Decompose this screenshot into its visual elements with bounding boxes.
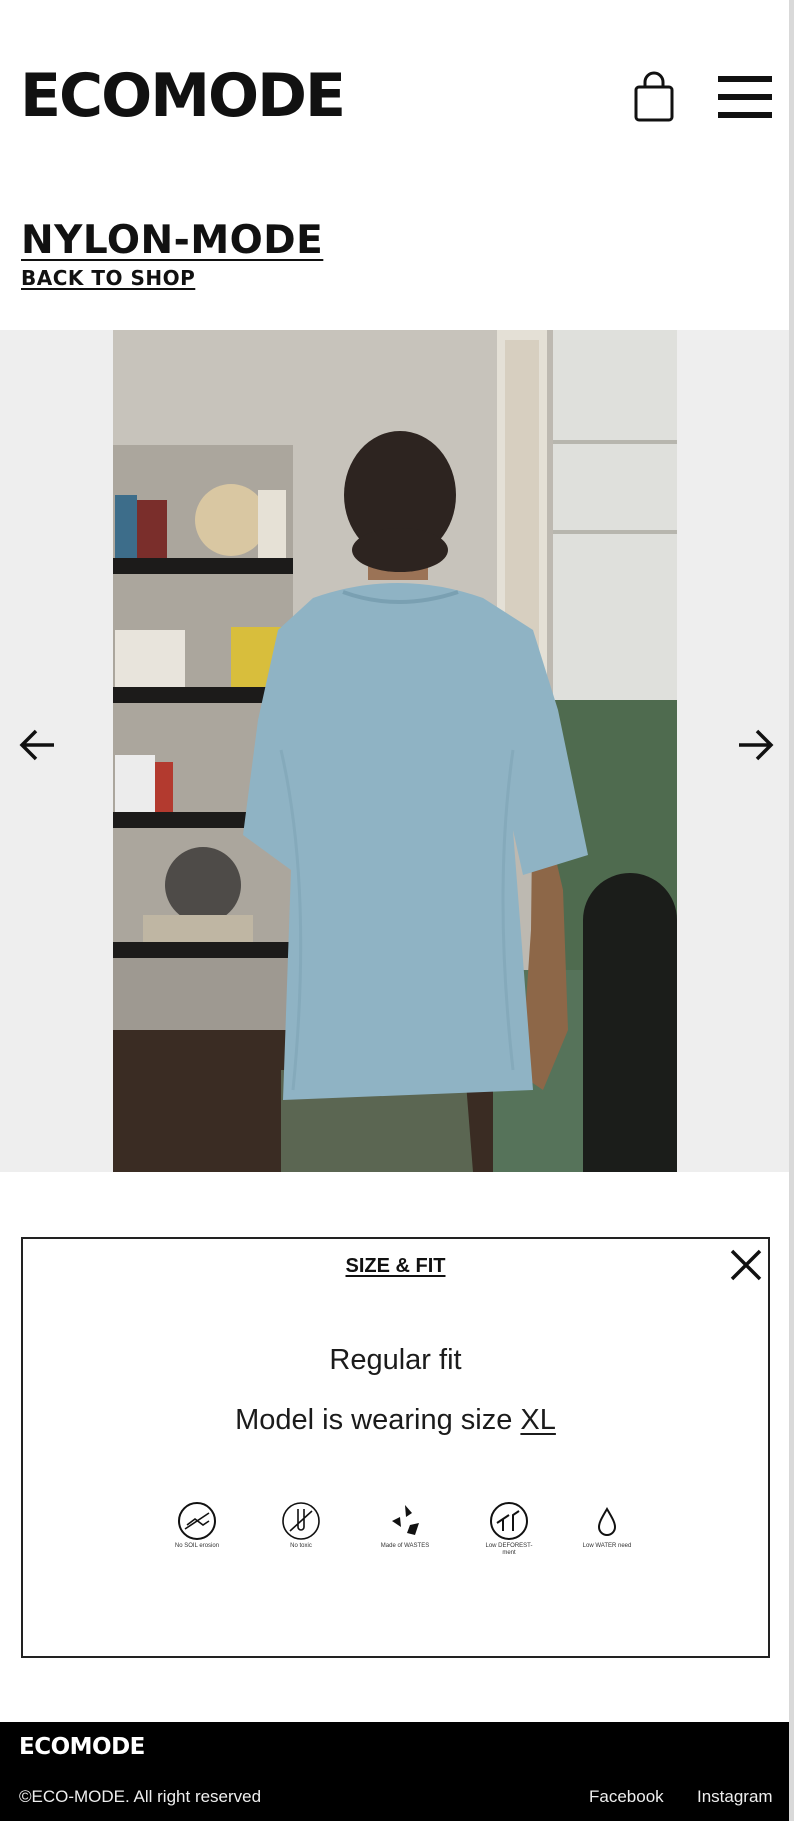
back-to-shop-link[interactable]: BACK TO SHOP [21, 266, 195, 290]
low-deforestation-icon [490, 1502, 528, 1540]
footer-logo[interactable]: ECOMODE [19, 1734, 145, 1760]
no-toxic-icon [282, 1502, 320, 1540]
close-button[interactable] [726, 1245, 766, 1285]
brand-logo[interactable]: ECOMODE [20, 64, 344, 124]
eco-icon-item: Made of WASTES [375, 1501, 435, 1550]
ecomode-logo-mark: ECOMODE [20, 68, 344, 120]
eco-icon-caption: No SOIL erosion [174, 1543, 220, 1549]
eco-icon-item: No toxic [271, 1501, 331, 1550]
fit-label: Regular fit [329, 1344, 462, 1376]
facebook-link[interactable]: Facebook [589, 1787, 664, 1807]
eco-icon-caption: Low DEFOREST-ment [485, 1543, 533, 1556]
eco-icon-item: No SOIL erosion [167, 1501, 227, 1550]
hamburger-line [718, 112, 772, 118]
model-size-prefix: Model is wearing size [235, 1404, 521, 1436]
menu-button[interactable] [718, 74, 772, 120]
hamburger-menu-icon [718, 76, 772, 82]
close-icon [730, 1249, 762, 1281]
eco-icon-caption: Made of WASTES [380, 1543, 430, 1549]
instagram-link[interactable]: Instagram [697, 1787, 773, 1807]
size-fit-panel: SIZE & FIT Regular fit Model is wearing … [21, 1237, 770, 1658]
model-size-text: Model is wearing size XL [23, 1404, 768, 1437]
gallery-prev-button[interactable] [18, 725, 58, 765]
gallery-next-button[interactable] [735, 725, 775, 765]
page-edge [789, 0, 794, 1821]
arrow-right-icon [739, 729, 774, 761]
cart-button[interactable] [632, 70, 676, 122]
eco-icon-item: Low DEFOREST-ment [479, 1501, 539, 1557]
size-fit-title: SIZE & FIT [345, 1255, 446, 1277]
model-size-link[interactable]: XL [520, 1404, 555, 1436]
made-of-waste-icon [392, 1505, 419, 1535]
product-image [113, 330, 677, 1172]
product-title: NYLON-MODE [21, 218, 324, 263]
site-footer: ECOMODE ©ECO-MODE. All right reserved Fa… [0, 1722, 789, 1821]
hamburger-line [718, 94, 772, 100]
eco-icon-caption: Low WATER need [582, 1543, 632, 1549]
eco-icons-row: No SOIL erosion No toxic Made of WASTES … [167, 1501, 637, 1571]
no-soil-erosion-icon [178, 1502, 216, 1540]
arrow-left-icon [19, 729, 54, 761]
site-header: ECOMODE [0, 0, 789, 190]
shopping-bag-icon [634, 71, 674, 122]
product-gallery [0, 330, 789, 1172]
logo-text: ECOMODE [20, 68, 344, 120]
eco-icon-item: Low WATER need [577, 1501, 637, 1550]
eco-icon-caption: No toxic [290, 1543, 312, 1549]
water-drop-icon [597, 1507, 617, 1536]
copyright-text: ©ECO-MODE. All right reserved [19, 1787, 262, 1806]
product-photo [113, 330, 677, 1172]
